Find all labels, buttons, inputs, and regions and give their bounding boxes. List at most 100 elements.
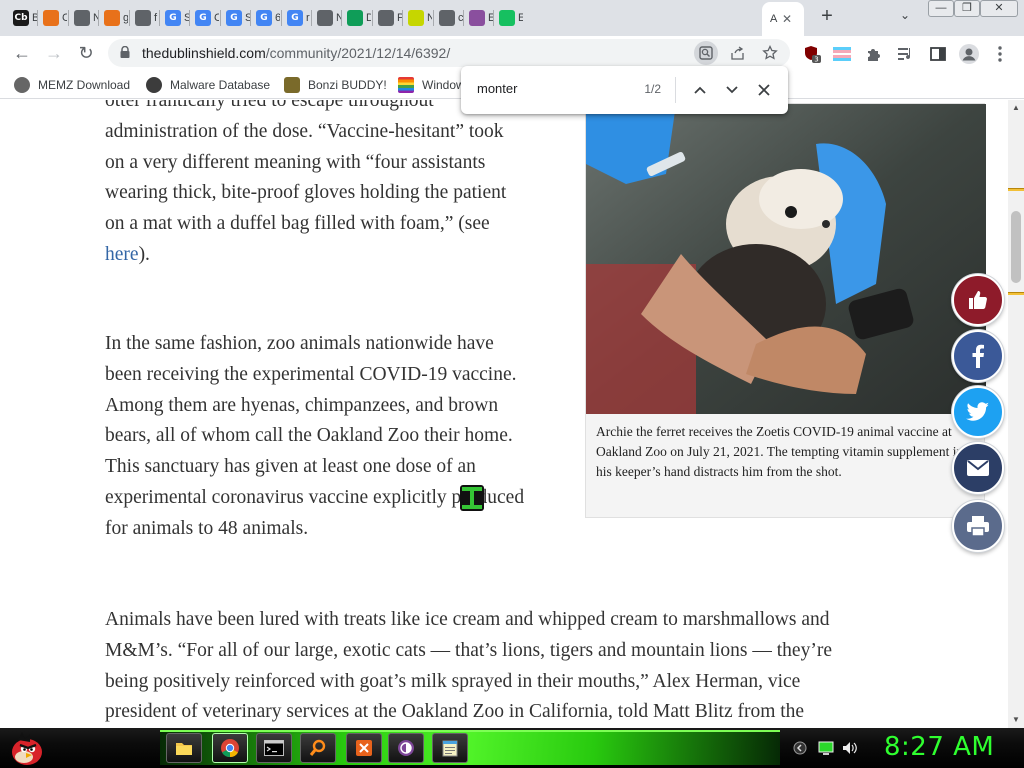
taskbar-office[interactable] — [346, 733, 382, 763]
browser-tab[interactable]: f — [130, 4, 159, 32]
active-tab[interactable]: A ✕ — [762, 2, 804, 36]
article-line: This sanctuary has given at least one do… — [105, 456, 476, 478]
forward-button[interactable]: → — [42, 41, 66, 65]
volume-icon[interactable] — [842, 741, 858, 755]
bookmark-window[interactable]: Window — [398, 75, 465, 95]
browser-tab[interactable]: Gr — [282, 4, 311, 32]
article-paragraph-1: otter frantically tried to escape throug… — [105, 100, 575, 271]
side-panel-icon[interactable] — [928, 44, 948, 64]
scrollbar-thumb[interactable] — [1011, 211, 1021, 283]
taskbar-tor-browser[interactable] — [388, 733, 424, 763]
taskbar-file-explorer[interactable] — [166, 733, 202, 763]
scroll-up-arrow-icon[interactable]: ▲ — [1008, 100, 1024, 116]
chevron-down-icon — [726, 86, 738, 94]
browser-tab[interactable]: E — [464, 4, 493, 32]
browser-tab[interactable]: G6 — [251, 4, 280, 32]
figure-caption: Archie the ferret receives the Zoetis CO… — [596, 424, 964, 479]
browser-tab[interactable]: c — [434, 4, 463, 32]
profile-avatar-icon[interactable] — [959, 44, 979, 64]
tab-favicon-icon: G — [226, 10, 242, 26]
start-button-angry-bird-icon[interactable] — [4, 728, 50, 768]
tab-title: E — [518, 12, 523, 24]
facebook-share-button[interactable] — [952, 330, 1004, 382]
pride-extension-icon[interactable] — [832, 44, 852, 64]
browser-tab[interactable]: D — [342, 4, 371, 32]
media-control-icon[interactable] — [896, 44, 916, 64]
taskbar-clock[interactable]: 8:27 AM — [884, 732, 994, 762]
bookmark-memz[interactable]: MEMZ Download — [14, 75, 130, 95]
tab-separator — [37, 10, 38, 26]
taskbar-glow-line — [160, 730, 780, 732]
tab-separator — [250, 10, 251, 26]
article-figure: Archie the ferret receives the Zoetis CO… — [585, 103, 986, 518]
folder-icon — [176, 743, 192, 755]
browser-tab[interactable]: N — [403, 4, 432, 32]
close-tab-icon[interactable]: ✕ — [782, 12, 792, 26]
find-input[interactable] — [477, 81, 627, 96]
tab-favicon-icon: G — [256, 10, 272, 26]
tab-favicon-icon — [104, 10, 120, 26]
new-tab-button[interactable]: + — [817, 6, 837, 26]
browser-tab[interactable]: g — [99, 4, 128, 32]
like-button[interactable] — [952, 274, 1004, 326]
article-line: M&M’s. “For all of our large, exotic cat… — [105, 639, 832, 661]
url-text[interactable]: thedublinshield.com/community/2021/12/14… — [142, 45, 450, 61]
browser-tab[interactable]: Cb B — [8, 4, 37, 32]
thumbs-up-icon — [969, 291, 987, 309]
taskbar-notepad[interactable] — [432, 733, 468, 763]
browser-tab[interactable]: E — [494, 4, 523, 32]
scroll-down-arrow-icon[interactable]: ▼ — [1008, 712, 1024, 728]
reload-button[interactable]: ↻ — [74, 41, 98, 65]
tab-favicon-icon: G — [195, 10, 211, 26]
office-icon — [356, 740, 372, 756]
article-line: administration of the dose. “Vaccine-hes… — [105, 120, 504, 142]
email-share-button[interactable] — [952, 442, 1004, 494]
tray-overflow-icon[interactable] — [792, 741, 808, 755]
ublock-origin-icon[interactable]: 3 — [802, 44, 822, 64]
page-scrollbar[interactable]: ▲ ▼ — [1008, 100, 1024, 728]
extension-badge: 3 — [814, 56, 818, 64]
chrome-menu-icon[interactable] — [990, 44, 1010, 64]
here-link[interactable]: here — [105, 244, 139, 265]
extensions-puzzle-icon[interactable] — [864, 44, 884, 64]
article-line: bears, all of whom call the Oakland Zoo … — [105, 425, 513, 447]
tab-favicon-icon — [317, 10, 333, 26]
address-bar[interactable]: thedublinshield.com/community/2021/12/14… — [108, 39, 790, 67]
tab-title: g — [123, 12, 128, 24]
tab-favicon-icon — [408, 10, 424, 26]
find-in-page-icon[interactable] — [694, 41, 718, 65]
article-paragraph-3: Animals have been lured with treats like… — [105, 605, 905, 728]
back-button[interactable]: ← — [10, 41, 34, 65]
taskbar-command-prompt[interactable] — [256, 733, 292, 763]
find-previous-button[interactable] — [688, 78, 712, 102]
print-button[interactable] — [952, 500, 1004, 552]
tab-search-icon[interactable]: ⌄ — [896, 8, 914, 26]
browser-tab[interactable]: N — [312, 4, 341, 32]
browser-tab[interactable]: C — [38, 4, 67, 32]
taskbar-chrome[interactable] — [212, 733, 248, 763]
restore-button[interactable]: ❐ — [954, 0, 980, 17]
bookmark-bonzi-buddy[interactable]: Bonzi BUDDY! — [284, 75, 387, 95]
browser-tab[interactable]: P — [373, 4, 402, 32]
tab-favicon-icon: G — [165, 10, 181, 26]
article-line: for animals to 48 animals. — [105, 517, 309, 539]
tab-separator — [341, 10, 342, 26]
bookmark-star-icon[interactable] — [758, 41, 782, 65]
find-close-button[interactable] — [752, 78, 776, 102]
bookmark-malware-database[interactable]: Malware Database — [146, 75, 270, 95]
taskbar-search[interactable] — [300, 733, 336, 763]
envelope-icon — [967, 460, 989, 476]
browser-tab[interactable]: GS — [160, 4, 189, 32]
find-next-button[interactable] — [720, 78, 744, 102]
share-icon[interactable] — [726, 41, 750, 65]
minimize-button[interactable]: — — [928, 0, 954, 17]
browser-tab[interactable]: N — [69, 4, 98, 32]
browser-tab[interactable]: GS — [221, 4, 250, 32]
twitter-share-button[interactable] — [952, 386, 1004, 438]
window-close-button[interactable]: ✕ — [980, 0, 1018, 17]
browser-tab[interactable]: GC — [190, 4, 219, 32]
tab-separator — [98, 10, 99, 26]
facebook-icon — [972, 344, 984, 368]
network-icon[interactable] — [818, 741, 834, 755]
lock-icon[interactable] — [120, 46, 130, 58]
